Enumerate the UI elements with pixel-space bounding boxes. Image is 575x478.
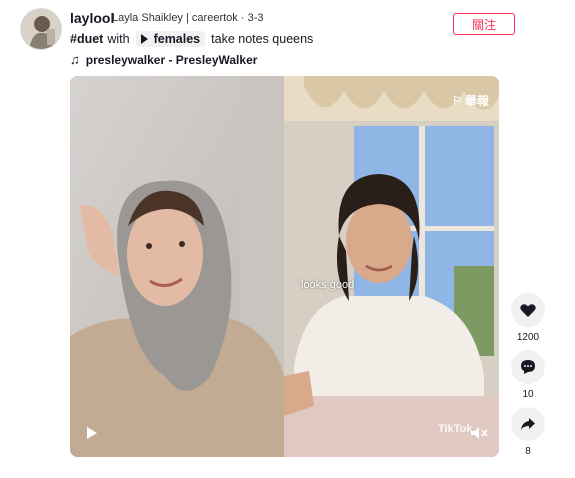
author-meta: Layla Shaikley | careertok · 3-3	[112, 12, 263, 24]
music-link[interactable]: ♫ presleywalker - PresleyWalker	[70, 52, 257, 67]
video-player[interactable]: ⚐ 舉報 TikTok	[70, 76, 499, 457]
author-avatar[interactable]	[20, 8, 62, 50]
report-label: 舉報	[464, 94, 489, 108]
play-button[interactable]	[87, 427, 97, 439]
share-arrow-icon	[521, 418, 535, 430]
music-title: presleywalker - PresleyWalker	[85, 52, 258, 67]
duet-tag-label: females	[153, 32, 201, 46]
avatar-image	[21, 9, 61, 49]
like-count: 1200	[516, 332, 540, 343]
mute-icon[interactable]	[470, 426, 488, 440]
share-count: 8	[525, 446, 531, 457]
play-triangle-icon	[140, 34, 148, 44]
flag-icon: ⚐	[452, 95, 462, 107]
hashtag-duet[interactable]: #duet	[70, 32, 103, 46]
meta-dot: ·	[240, 12, 248, 24]
report-button[interactable]: ⚐ 舉報	[452, 92, 489, 109]
author-nickname[interactable]: Layla Shaikley	[112, 12, 183, 24]
video-overlay-caption: looks good	[301, 279, 355, 291]
duet-left-video	[70, 76, 284, 457]
caption-text: take notes queens	[211, 32, 314, 46]
comment-icon	[521, 360, 535, 374]
author-username[interactable]: laylool	[70, 10, 114, 26]
comment-count: 10	[522, 389, 534, 400]
duet-tag-chip[interactable]: females	[135, 31, 206, 47]
music-note-icon: ♫	[70, 52, 80, 67]
author-category: careertok	[191, 12, 238, 24]
like-button[interactable]	[511, 293, 545, 327]
duet-right-video	[284, 76, 499, 457]
video-caption: #duet with females take notes queens	[70, 31, 313, 47]
comment-button[interactable]	[511, 350, 545, 384]
post-date: 3-3	[247, 12, 264, 24]
tiktok-watermark: TikTok	[438, 423, 473, 435]
share-button[interactable]	[511, 407, 545, 441]
caption-with: with	[107, 32, 130, 46]
follow-button[interactable]: 關注	[453, 13, 515, 35]
heart-icon	[520, 303, 536, 317]
